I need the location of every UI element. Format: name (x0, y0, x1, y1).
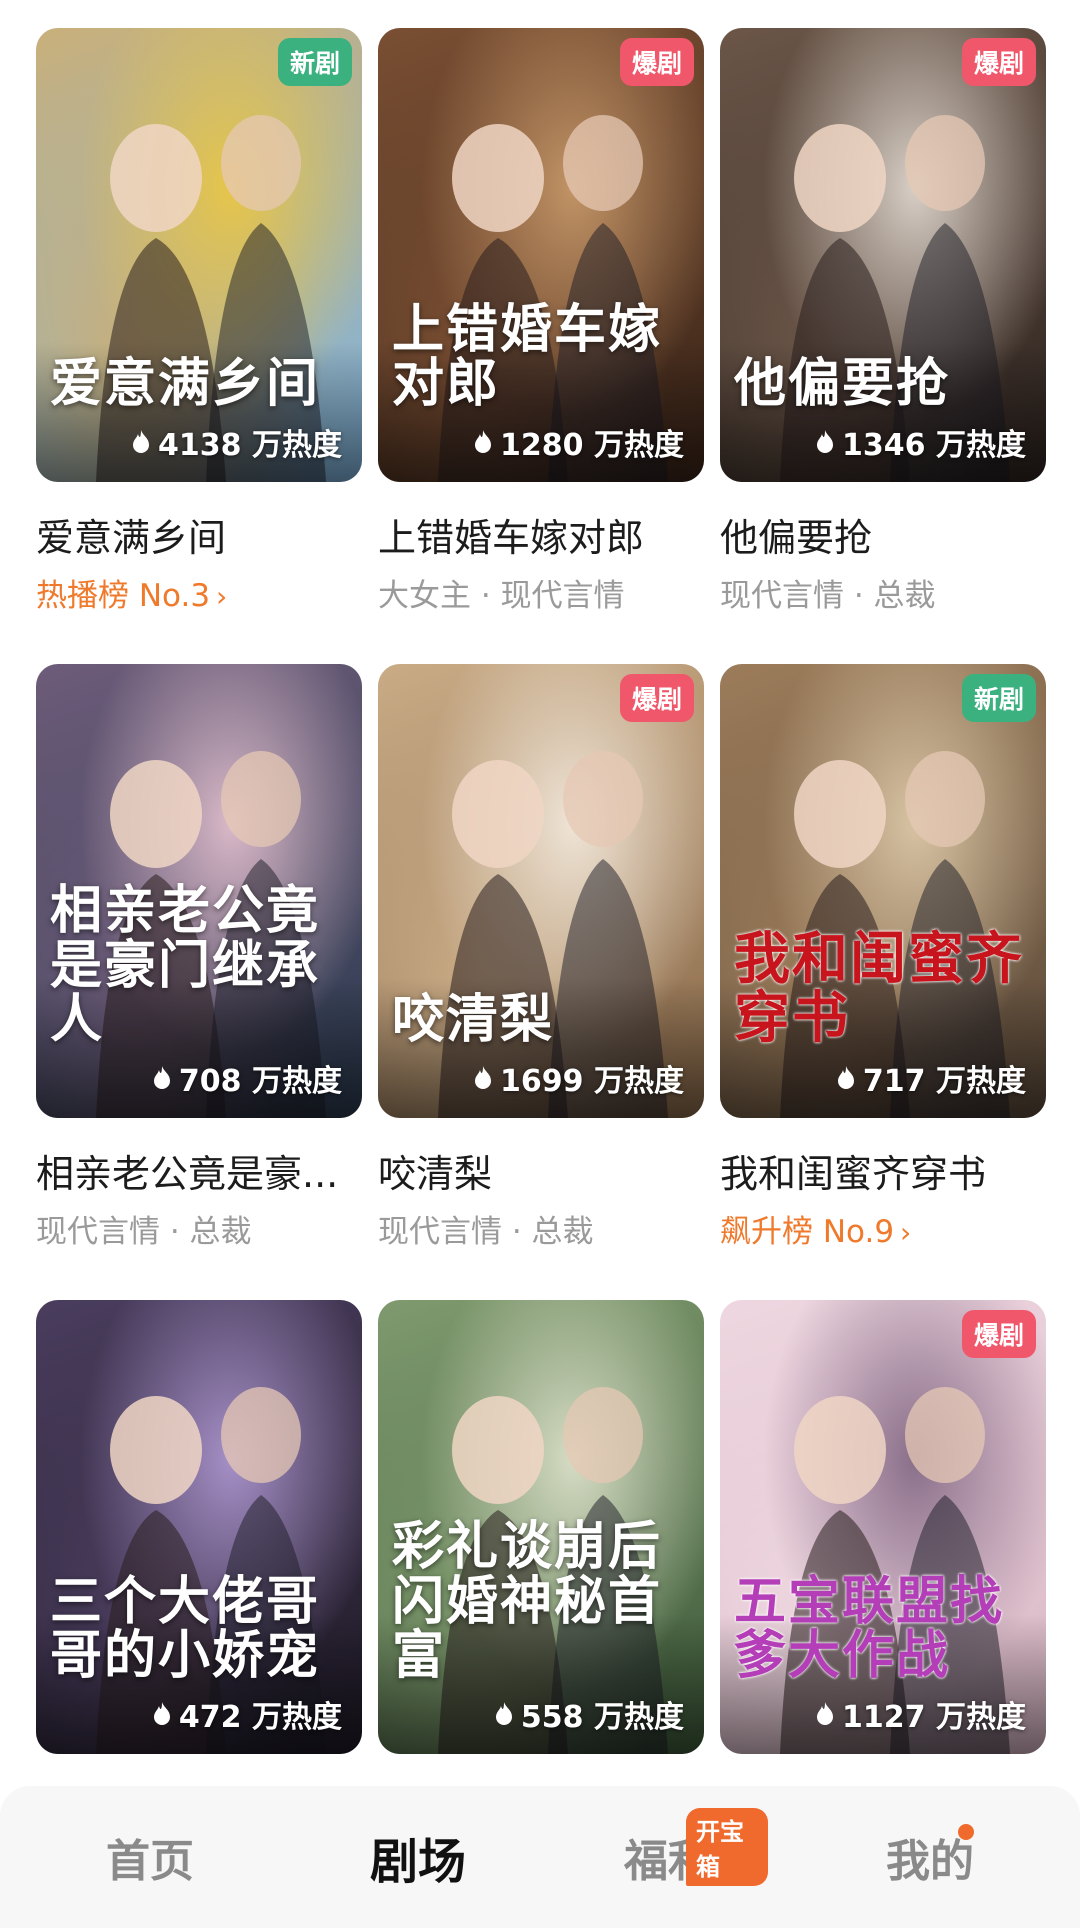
genre-tags: 现代言情 · 总裁 (36, 1212, 362, 1252)
tab-mine[interactable]: 我的 (830, 1786, 1030, 1928)
drama-card[interactable]: 上错婚车嫁对郎 爆剧 1280 万热度 上错婚车嫁对郎 大女主 · 现代言情 (378, 28, 704, 616)
poster-title-art: 咬清梨 (392, 989, 555, 1051)
heat-count: 1280 万热度 (472, 420, 684, 464)
tab-theater[interactable]: 剧场 (318, 1786, 518, 1928)
drama-card[interactable]: 五宝联盟找爹大作战 爆剧 1127 万热度 (720, 1300, 1046, 1754)
chevron-right-icon: › (900, 1216, 912, 1249)
heat-value: 4138 万热度 (158, 428, 342, 463)
hit-drama-badge: 爆剧 (619, 38, 694, 86)
drama-poster[interactable]: 咬清梨 爆剧 1699 万热度 (378, 664, 704, 1118)
drama-poster[interactable]: 五宝联盟找爹大作战 爆剧 1127 万热度 (720, 1300, 1046, 1754)
poster-title-art: 上错婚车嫁对郎 (392, 298, 663, 415)
new-drama-badge: 新剧 (277, 38, 352, 86)
sub-text: 热播榜 No.3 (36, 578, 211, 614)
drama-card[interactable]: 彩礼谈崩后闪婚神秘首富 558 万热度 (378, 1300, 704, 1754)
tab-welfare[interactable]: 福利 开宝箱 (568, 1786, 768, 1928)
drama-card[interactable]: 咬清梨 爆剧 1699 万热度 咬清梨 现代言情 · 总裁 (378, 664, 704, 1252)
heat-count: 708 万热度 (151, 1056, 342, 1100)
drama-title[interactable]: 他偏要抢 (720, 514, 1046, 562)
flame-icon (153, 1066, 170, 1089)
poster-title-art: 三个大佬哥哥的小娇宠 (50, 1570, 321, 1687)
heat-value: 1280 万热度 (500, 428, 684, 463)
tab-home-label: 首页 (106, 1836, 194, 1887)
heat-value: 472 万热度 (178, 1700, 342, 1735)
heat-count: 717 万热度 (835, 1056, 1026, 1100)
drama-title[interactable]: 我和闺蜜齐穿书 (720, 1150, 1046, 1198)
flame-icon (817, 430, 834, 453)
flame-icon (475, 430, 492, 453)
genre-tags: 现代言情 · 总裁 (378, 1212, 704, 1252)
flame-icon (495, 1702, 512, 1725)
heat-count: 4138 万热度 (130, 420, 342, 464)
rank-link[interactable]: 飙升榜 No.9 › (720, 1212, 1046, 1252)
open-treasure-badge: 开宝箱 (686, 1808, 768, 1886)
heat-value: 1699 万热度 (500, 1064, 684, 1099)
heat-value: 717 万热度 (862, 1064, 1026, 1099)
drama-card[interactable]: 他偏要抢 爆剧 1346 万热度 他偏要抢 现代言情 · 总裁 (720, 28, 1046, 616)
flame-icon (153, 1702, 170, 1725)
sub-text: 大女主 · 现代言情 (378, 578, 625, 614)
flame-icon (837, 1066, 854, 1089)
drama-title[interactable]: 相亲老公竟是豪... (36, 1150, 362, 1198)
rank-link[interactable]: 热播榜 No.3 › (36, 576, 362, 616)
drama-poster[interactable]: 爱意满乡间 新剧 4138 万热度 (36, 28, 362, 482)
drama-title[interactable]: 爱意满乡间 (36, 514, 362, 562)
heat-count: 1127 万热度 (814, 1692, 1026, 1736)
poster-title-art: 他偏要抢 (734, 353, 951, 415)
poster-title-art: 相亲老公竟是豪门继承人 (50, 880, 321, 1051)
genre-tags: 大女主 · 现代言情 (378, 576, 704, 616)
drama-poster[interactable]: 上错婚车嫁对郎 爆剧 1280 万热度 (378, 28, 704, 482)
drama-poster[interactable]: 相亲老公竟是豪门继承人 708 万热度 (36, 664, 362, 1118)
poster-title-art: 彩礼谈崩后闪婚神秘首富 (392, 1516, 663, 1687)
hit-drama-badge: 爆剧 (619, 674, 694, 722)
new-drama-badge: 新剧 (961, 674, 1036, 722)
drama-poster[interactable]: 我和闺蜜齐穿书 新剧 717 万热度 (720, 664, 1046, 1118)
drama-title[interactable]: 咬清梨 (378, 1150, 704, 1198)
poster-title-art: 我和闺蜜齐穿书 (734, 926, 1024, 1052)
drama-card[interactable]: 相亲老公竟是豪门继承人 708 万热度相亲老公竟是豪... 现代言情 · 总裁 (36, 664, 362, 1252)
chevron-right-icon: › (216, 580, 228, 613)
drama-title[interactable]: 上错婚车嫁对郎 (378, 514, 704, 562)
drama-card[interactable]: 我和闺蜜齐穿书 新剧 717 万热度 我和闺蜜齐穿书 飙升榜 No.9 › (720, 664, 1046, 1252)
heat-count: 558 万热度 (493, 1692, 684, 1736)
poster-title-art: 五宝联盟找爹大作战 (734, 1570, 1005, 1687)
poster-title-art: 爱意满乡间 (50, 353, 321, 415)
tab-theater-label: 剧场 (369, 1834, 466, 1890)
notification-dot (958, 1824, 974, 1840)
heat-value: 558 万热度 (520, 1700, 684, 1735)
drama-poster[interactable]: 他偏要抢 爆剧 1346 万热度 (720, 28, 1046, 482)
bottom-tab-bar: 首页 剧场 福利 开宝箱 我的 (0, 1786, 1080, 1928)
heat-count: 1699 万热度 (472, 1056, 684, 1100)
heat-count: 472 万热度 (151, 1692, 342, 1736)
hit-drama-badge: 爆剧 (961, 38, 1036, 86)
genre-tags: 现代言情 · 总裁 (720, 576, 1046, 616)
sub-text: 现代言情 · 总裁 (378, 1214, 594, 1250)
flame-icon (817, 1702, 834, 1725)
heat-value: 708 万热度 (178, 1064, 342, 1099)
drama-poster[interactable]: 彩礼谈崩后闪婚神秘首富 558 万热度 (378, 1300, 704, 1754)
flame-icon (133, 430, 150, 453)
sub-text: 现代言情 · 总裁 (720, 578, 936, 614)
heat-value: 1346 万热度 (842, 428, 1026, 463)
flame-icon (475, 1066, 492, 1089)
drama-poster[interactable]: 三个大佬哥哥的小娇宠 472 万热度 (36, 1300, 362, 1754)
drama-card[interactable]: 爱意满乡间 新剧 4138 万热度 爱意满乡间 热播榜 No.3 › (36, 28, 362, 616)
drama-card[interactable]: 三个大佬哥哥的小娇宠 472 万热度 (36, 1300, 362, 1754)
tab-home[interactable]: 首页 (50, 1786, 250, 1928)
sub-text: 现代言情 · 总裁 (36, 1214, 252, 1250)
heat-count: 1346 万热度 (814, 420, 1026, 464)
heat-value: 1127 万热度 (842, 1700, 1026, 1735)
hit-drama-badge: 爆剧 (961, 1310, 1036, 1358)
sub-text: 飙升榜 No.9 (720, 1214, 895, 1250)
